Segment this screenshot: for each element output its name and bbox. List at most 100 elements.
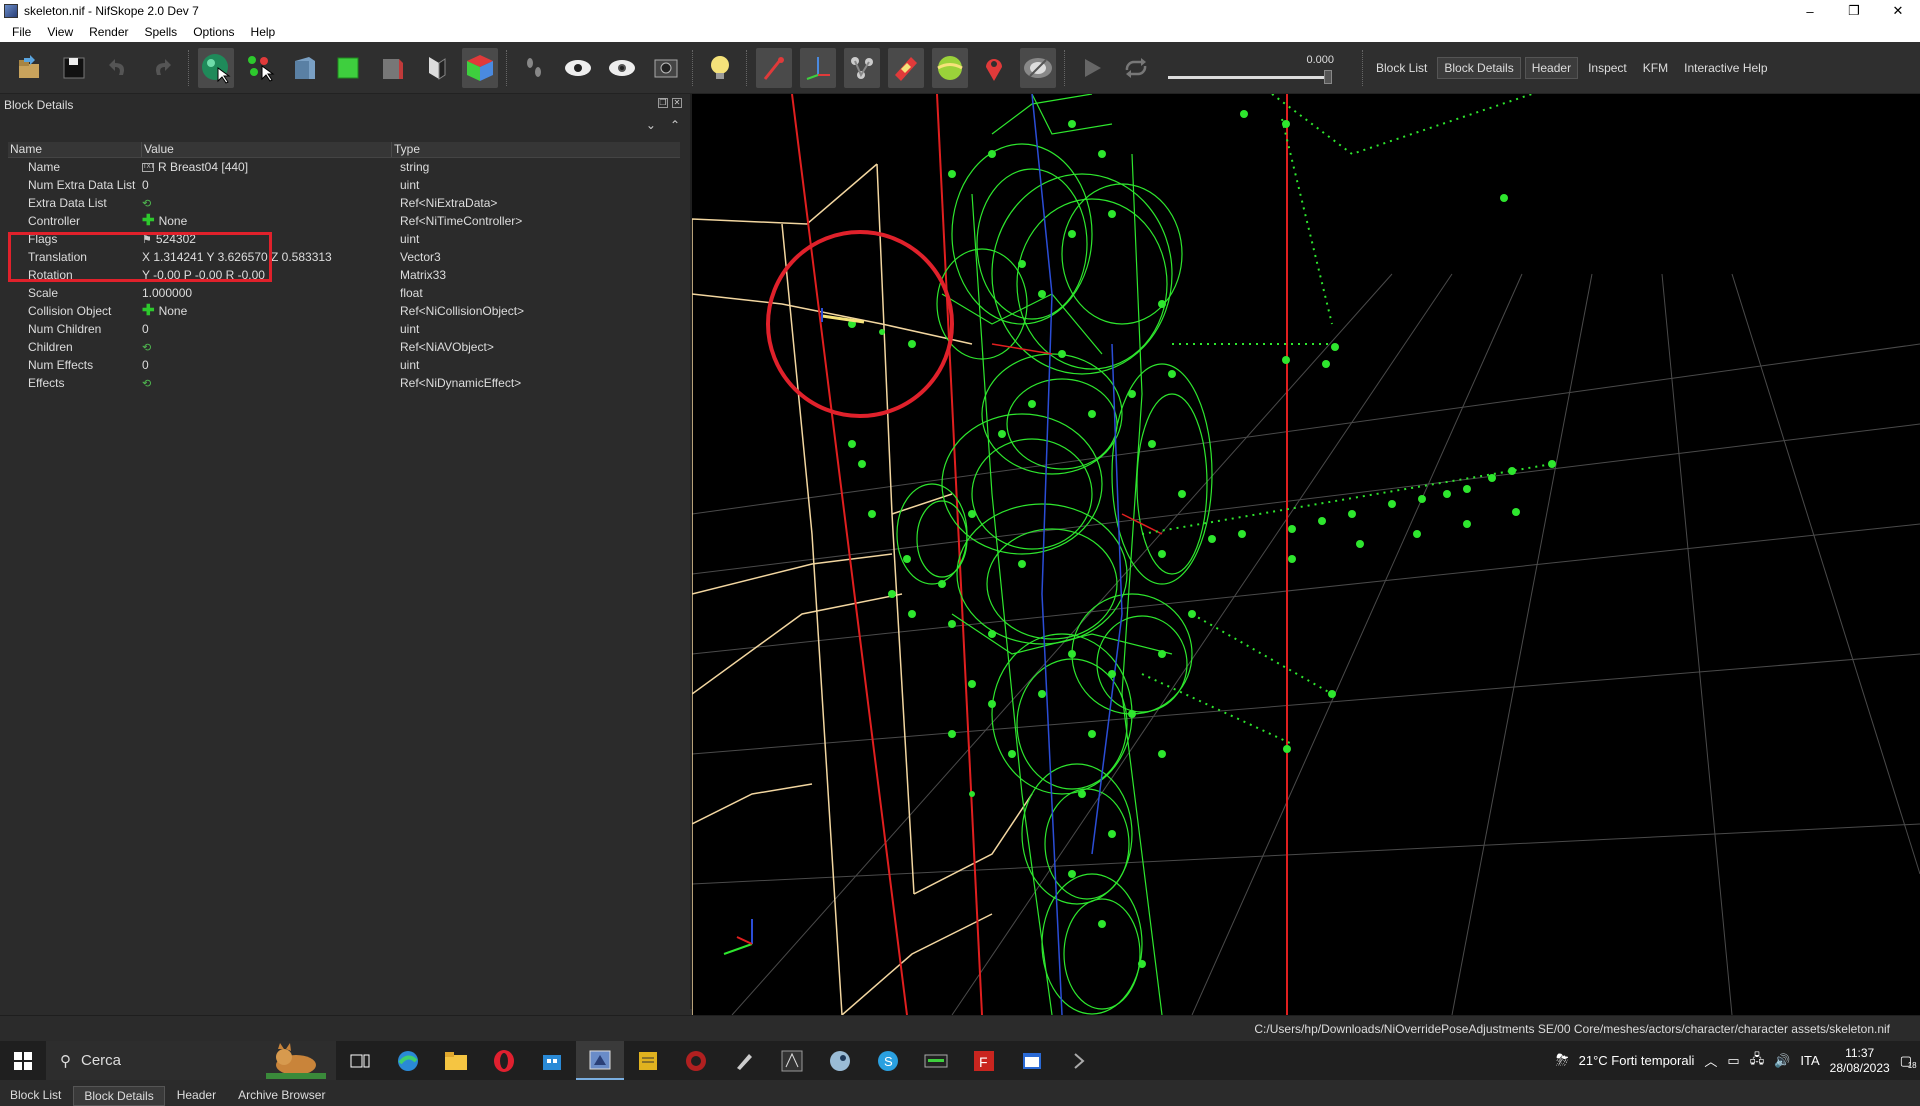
tab-block-list[interactable]: Block List <box>0 1086 71 1106</box>
edge-icon[interactable] <box>384 1041 432 1080</box>
field-value-effects[interactable]: ⟲ <box>142 377 392 390</box>
view-front-icon[interactable] <box>286 48 322 88</box>
expand-all-icon[interactable]: ⌄ <box>646 118 656 132</box>
field-value-extra-data-list[interactable]: ⟲ <box>142 197 392 210</box>
menu-view[interactable]: View <box>39 25 81 39</box>
table-row[interactable]: Translation X 1.314241 Y 3.626570 Z 0.583… <box>8 248 680 266</box>
weather-text[interactable]: 21°C Forti temporali <box>1579 1053 1695 1068</box>
minimize-button[interactable]: – <box>1788 0 1832 22</box>
select-object-icon[interactable] <box>198 47 234 88</box>
select-vertex-icon[interactable] <box>242 48 278 88</box>
field-value-num-children[interactable]: 0 <box>142 322 392 336</box>
animation-time-slider[interactable]: 0.000 <box>1168 48 1348 88</box>
field-value-children[interactable]: ⟲ <box>142 341 392 354</box>
start-button[interactable] <box>0 1041 46 1080</box>
hide-icon[interactable] <box>1020 47 1056 88</box>
slider-thumb[interactable] <box>1324 69 1332 84</box>
panel-toggle-block-details[interactable]: Block Details <box>1437 56 1521 79</box>
show-skeleton-icon[interactable] <box>844 47 880 88</box>
play-icon[interactable] <box>1074 48 1110 88</box>
menu-options[interactable]: Options <box>185 25 242 39</box>
table-row[interactable]: Children ⟲ Ref<NiAVObject> <box>8 338 680 356</box>
redo-icon[interactable] <box>144 48 180 88</box>
show-axes-icon[interactable] <box>756 47 792 88</box>
network-icon[interactable]: 🖧 <box>1750 1050 1765 1072</box>
weather-icon[interactable]: ⛈ <box>1556 1052 1569 1070</box>
volume-icon[interactable]: 🔊 <box>1774 1053 1790 1069</box>
show-markers-icon[interactable] <box>976 48 1012 88</box>
table-row[interactable]: Name TXT R Breast04 [440] string <box>8 158 680 176</box>
menu-render[interactable]: Render <box>81 25 136 39</box>
panel-toggle-block-list[interactable]: Block List <box>1370 58 1433 78</box>
panel-toggle-kfm[interactable]: KFM <box>1637 58 1674 78</box>
table-row[interactable]: Num Effects 0 uint <box>8 356 680 374</box>
view-side-icon[interactable] <box>374 48 410 88</box>
table-row[interactable]: Collision Object ✚ None Ref<NiCollisionObje… <box>8 302 680 320</box>
file-explorer-icon[interactable] <box>432 1041 480 1080</box>
view-walk-icon[interactable] <box>418 48 454 88</box>
field-value-flags[interactable]: ⚑ 524302 <box>142 232 392 246</box>
column-header-type[interactable]: Type <box>392 142 680 157</box>
table-row[interactable]: Rotation Y -0.00 P -0.00 R -0.00 Matrix33 <box>8 266 680 284</box>
field-value-scale[interactable]: 1.000000 <box>142 286 392 300</box>
tab-block-details[interactable]: Block Details <box>73 1086 165 1106</box>
tab-header[interactable]: Header <box>167 1086 226 1106</box>
field-value-collision-object[interactable]: ✚ None <box>142 303 392 318</box>
mod-manager-icon[interactable] <box>912 1041 960 1080</box>
save-icon[interactable] <box>56 48 92 88</box>
column-header-value[interactable]: Value <box>142 142 392 157</box>
lighting-icon[interactable] <box>702 48 738 88</box>
opera-icon[interactable] <box>480 1041 528 1080</box>
field-value-rotation[interactable]: Y -0.00 P -0.00 R -0.00 <box>142 268 392 282</box>
terminal-icon[interactable] <box>1056 1041 1104 1080</box>
loop-icon[interactable] <box>1118 48 1154 88</box>
table-row[interactable]: Num Extra Data List 0 uint <box>8 176 680 194</box>
notification-center-icon[interactable]: ▢ 18 <box>1900 1053 1917 1070</box>
skyrim-icon[interactable] <box>768 1041 816 1080</box>
chevron-up-icon[interactable]: ︿ <box>1704 1051 1717 1070</box>
field-value-num-extra-data-list[interactable]: 0 <box>142 178 392 192</box>
panel-toggle-inspect[interactable]: Inspect <box>1582 58 1633 78</box>
field-value-controller[interactable]: ✚ None <box>142 213 392 228</box>
field-value-name[interactable]: TXT R Breast04 [440] <box>142 160 392 174</box>
undo-icon[interactable] <box>100 48 136 88</box>
filezilla-icon[interactable]: F <box>960 1041 1008 1080</box>
show-hidden-icon[interactable] <box>560 48 596 88</box>
render-viewport[interactable] <box>692 94 1920 1015</box>
window-app-icon[interactable] <box>1008 1041 1056 1080</box>
menu-file[interactable]: File <box>4 25 39 39</box>
game-app-icon[interactable] <box>672 1041 720 1080</box>
show-nodes-icon[interactable] <box>800 47 836 88</box>
table-row[interactable]: Effects ⟲ Ref<NiDynamicEffect> <box>8 374 680 392</box>
menu-spells[interactable]: Spells <box>137 25 186 39</box>
tab-archive-browser[interactable]: Archive Browser <box>228 1086 335 1106</box>
close-button[interactable]: ✕ <box>1876 0 1920 22</box>
dock-float-icon[interactable]: ❐ <box>658 98 668 108</box>
panel-toggle-header[interactable]: Header <box>1524 56 1579 79</box>
view-user-icon[interactable] <box>462 47 498 88</box>
show-constraints-icon[interactable] <box>888 47 924 88</box>
table-row[interactable]: Extra Data List ⟲ Ref<NiExtraData> <box>8 194 680 212</box>
column-header-name[interactable]: Name <box>8 142 142 157</box>
skype-icon[interactable]: S <box>864 1041 912 1080</box>
table-row[interactable]: Controller ✚ None Ref<NiTimeController> <box>8 212 680 230</box>
screenshot-icon[interactable] <box>648 48 684 88</box>
pen-tool-icon[interactable] <box>720 1041 768 1080</box>
nifskope-taskbar-icon[interactable] <box>576 1041 624 1080</box>
store-icon[interactable] <box>528 1041 576 1080</box>
show-havok-icon[interactable] <box>932 47 968 88</box>
show-hidden-alt-icon[interactable] <box>604 48 640 88</box>
table-row[interactable]: Scale 1.000000 float <box>8 284 680 302</box>
steam-icon[interactable] <box>816 1041 864 1080</box>
panel-toggle-interactive-help[interactable]: Interactive Help <box>1678 58 1773 78</box>
field-value-num-effects[interactable]: 0 <box>142 358 392 372</box>
field-value-translation[interactable]: X 1.314241 Y 3.626570 Z 0.583313 <box>142 250 392 264</box>
task-view-icon[interactable] <box>336 1041 384 1080</box>
maximize-button[interactable]: ❐ <box>1832 0 1876 22</box>
table-row[interactable]: Flags ⚑ 524302 uint <box>8 230 680 248</box>
collapse-all-icon[interactable]: ⌃ <box>670 118 680 132</box>
dock-close-icon[interactable]: ✕ <box>672 98 682 108</box>
taskbar-search[interactable]: ⚲ Cerca <box>46 1041 336 1080</box>
usb-icon[interactable]: ▭ <box>1727 1053 1739 1069</box>
table-row[interactable]: Num Children 0 uint <box>8 320 680 338</box>
